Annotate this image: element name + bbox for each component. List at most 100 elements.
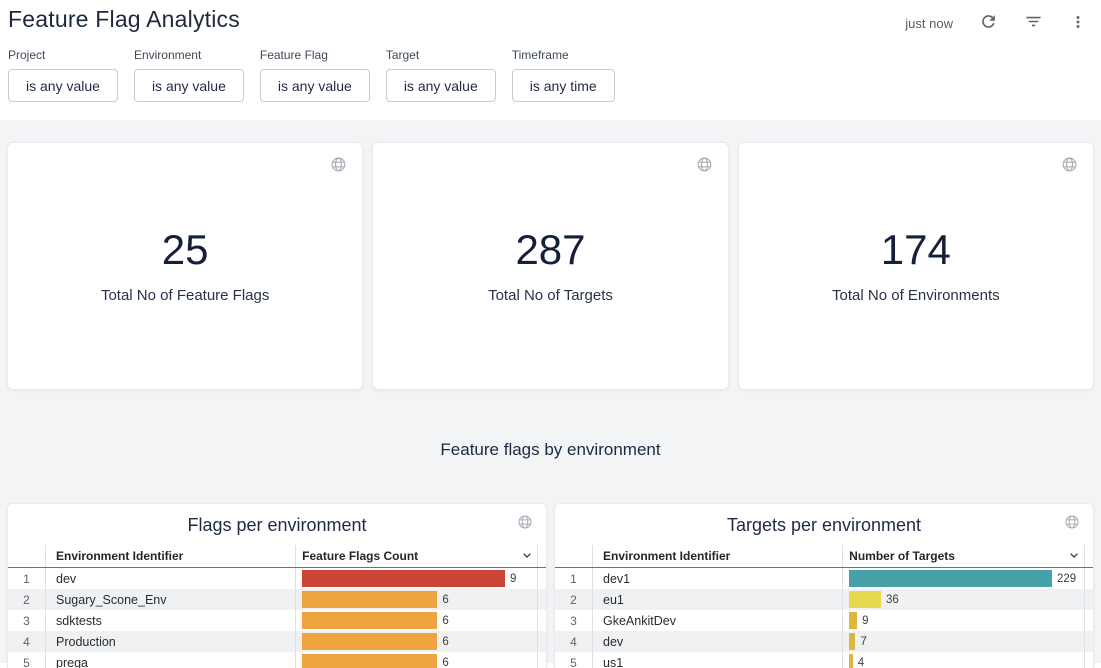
- row-index: 2: [8, 589, 45, 610]
- filter-value-button-target[interactable]: is any value: [386, 69, 496, 102]
- table-end-strip: [537, 631, 546, 652]
- kpi-value: 174: [881, 229, 951, 271]
- bar[interactable]: [849, 612, 857, 629]
- bar[interactable]: [302, 570, 505, 587]
- column-header-number-of-targets[interactable]: Number of Targets: [842, 545, 1084, 567]
- bar-cell[interactable]: 229: [842, 568, 1084, 589]
- bar-cell[interactable]: 9: [295, 568, 537, 589]
- table-row[interactable]: 3 sdktests 6: [8, 610, 546, 631]
- table-end-strip: [537, 610, 546, 631]
- kpi-row: 25 Total No of Feature Flags 287 Total N…: [0, 142, 1101, 390]
- table-row[interactable]: 2 eu1 36: [555, 589, 1093, 610]
- table-row[interactable]: 5 prega 6: [8, 652, 546, 668]
- filter-bar: Project is any value Environment is any …: [0, 34, 1101, 120]
- bar[interactable]: [302, 591, 437, 608]
- table-row[interactable]: 3 GkeAnkitDev 9: [555, 610, 1093, 631]
- globe-icon[interactable]: [517, 514, 533, 535]
- column-header-label: Feature Flags Count: [302, 549, 418, 563]
- kpi-label: Total No of Targets: [488, 287, 613, 304]
- filter-target: Target is any value: [386, 48, 496, 102]
- filter-label: Timeframe: [512, 48, 615, 62]
- bar-value: 6: [442, 657, 448, 668]
- row-identifier[interactable]: eu1: [592, 589, 842, 610]
- refresh-status: just now: [905, 16, 953, 31]
- bar-cell[interactable]: 9: [842, 610, 1084, 631]
- table-row[interactable]: 4 dev 7: [555, 631, 1093, 652]
- bar[interactable]: [302, 633, 437, 650]
- row-index: 1: [8, 568, 45, 589]
- table-body: 1 dev1 229 2 eu1 36 3 GkeAnkitDev 9 4 de…: [555, 568, 1093, 668]
- table-header-row: Environment Identifier Feature Flags Cou…: [8, 545, 546, 568]
- table-end-strip: [1084, 568, 1093, 589]
- refresh-button[interactable]: [979, 12, 998, 34]
- bar-cell[interactable]: 6: [295, 652, 537, 668]
- kpi-value: 287: [515, 229, 585, 271]
- row-index: 4: [8, 631, 45, 652]
- column-header-environment-identifier[interactable]: Environment Identifier: [45, 545, 295, 567]
- row-identifier[interactable]: GkeAnkitDev: [592, 610, 842, 631]
- globe-icon[interactable]: [330, 156, 347, 178]
- bar-cell[interactable]: 7: [842, 631, 1084, 652]
- globe-icon[interactable]: [1061, 156, 1078, 178]
- row-identifier[interactable]: us1: [592, 652, 842, 668]
- row-identifier[interactable]: Sugary_Scone_Env: [45, 589, 295, 610]
- more-actions-button[interactable]: [1069, 13, 1087, 34]
- chevron-down-icon[interactable]: [1066, 547, 1082, 566]
- bar[interactable]: [302, 612, 437, 629]
- bar-value: 36: [886, 594, 899, 606]
- table-row[interactable]: 1 dev1 229: [555, 568, 1093, 589]
- bar-cell[interactable]: 6: [295, 610, 537, 631]
- column-header-feature-flags-count[interactable]: Feature Flags Count: [295, 545, 537, 567]
- row-index: 3: [555, 610, 592, 631]
- refresh-icon: [979, 12, 998, 34]
- bar[interactable]: [849, 654, 853, 668]
- table-row[interactable]: 2 Sugary_Scone_Env 6: [8, 589, 546, 610]
- table-end-strip: [1084, 610, 1093, 631]
- row-identifier[interactable]: prega: [45, 652, 295, 668]
- bar[interactable]: [302, 654, 437, 668]
- table-row[interactable]: 4 Production 6: [8, 631, 546, 652]
- page-title: Feature Flag Analytics: [8, 6, 240, 33]
- filter-value-button-project[interactable]: is any value: [8, 69, 118, 102]
- filter-label: Environment: [134, 48, 244, 62]
- bar-value: 7: [860, 636, 866, 648]
- filter-toggle-button[interactable]: [1024, 12, 1043, 34]
- table-end-strip: [537, 652, 546, 668]
- filter-label: Target: [386, 48, 496, 62]
- filter-project: Project is any value: [8, 48, 118, 102]
- row-identifier[interactable]: dev: [592, 631, 842, 652]
- bar[interactable]: [849, 633, 855, 650]
- row-identifier[interactable]: sdktests: [45, 610, 295, 631]
- row-identifier[interactable]: dev1: [592, 568, 842, 589]
- bar-cell[interactable]: 6: [295, 631, 537, 652]
- filter-feature-flag: Feature Flag is any value: [260, 48, 370, 102]
- filter-value-button-environment[interactable]: is any value: [134, 69, 244, 102]
- globe-icon[interactable]: [696, 156, 713, 178]
- globe-icon[interactable]: [1064, 514, 1080, 535]
- kebab-menu-icon: [1069, 13, 1087, 34]
- column-header-environment-identifier[interactable]: Environment Identifier: [592, 545, 842, 567]
- bar-cell[interactable]: 4: [842, 652, 1084, 668]
- bar-value: 229: [1057, 573, 1076, 585]
- bar[interactable]: [849, 591, 881, 608]
- bar[interactable]: [849, 570, 1052, 587]
- panel-title: Targets per environment: [727, 515, 921, 535]
- table-row[interactable]: 5 us1 4: [555, 652, 1093, 668]
- table-end-strip: [1084, 589, 1093, 610]
- filter-value-button-timeframe[interactable]: is any time: [512, 69, 615, 102]
- filter-value-button-feature-flag[interactable]: is any value: [260, 69, 370, 102]
- table-header-row: Environment Identifier Number of Targets: [555, 545, 1093, 568]
- bar-cell[interactable]: 6: [295, 589, 537, 610]
- row-identifier[interactable]: Production: [45, 631, 295, 652]
- row-identifier[interactable]: dev: [45, 568, 295, 589]
- bar-value: 4: [858, 657, 864, 668]
- row-number-header: [8, 545, 45, 567]
- table-end-strip: [1084, 652, 1093, 668]
- chevron-down-icon[interactable]: [519, 547, 535, 566]
- bar-value: 9: [510, 573, 516, 585]
- table-row[interactable]: 1 dev 9: [8, 568, 546, 589]
- panel-titlebar: Targets per environment: [555, 504, 1093, 545]
- kpi-card-feature-flags: 25 Total No of Feature Flags: [7, 142, 363, 390]
- bar-cell[interactable]: 36: [842, 589, 1084, 610]
- bar-value: 6: [442, 615, 448, 627]
